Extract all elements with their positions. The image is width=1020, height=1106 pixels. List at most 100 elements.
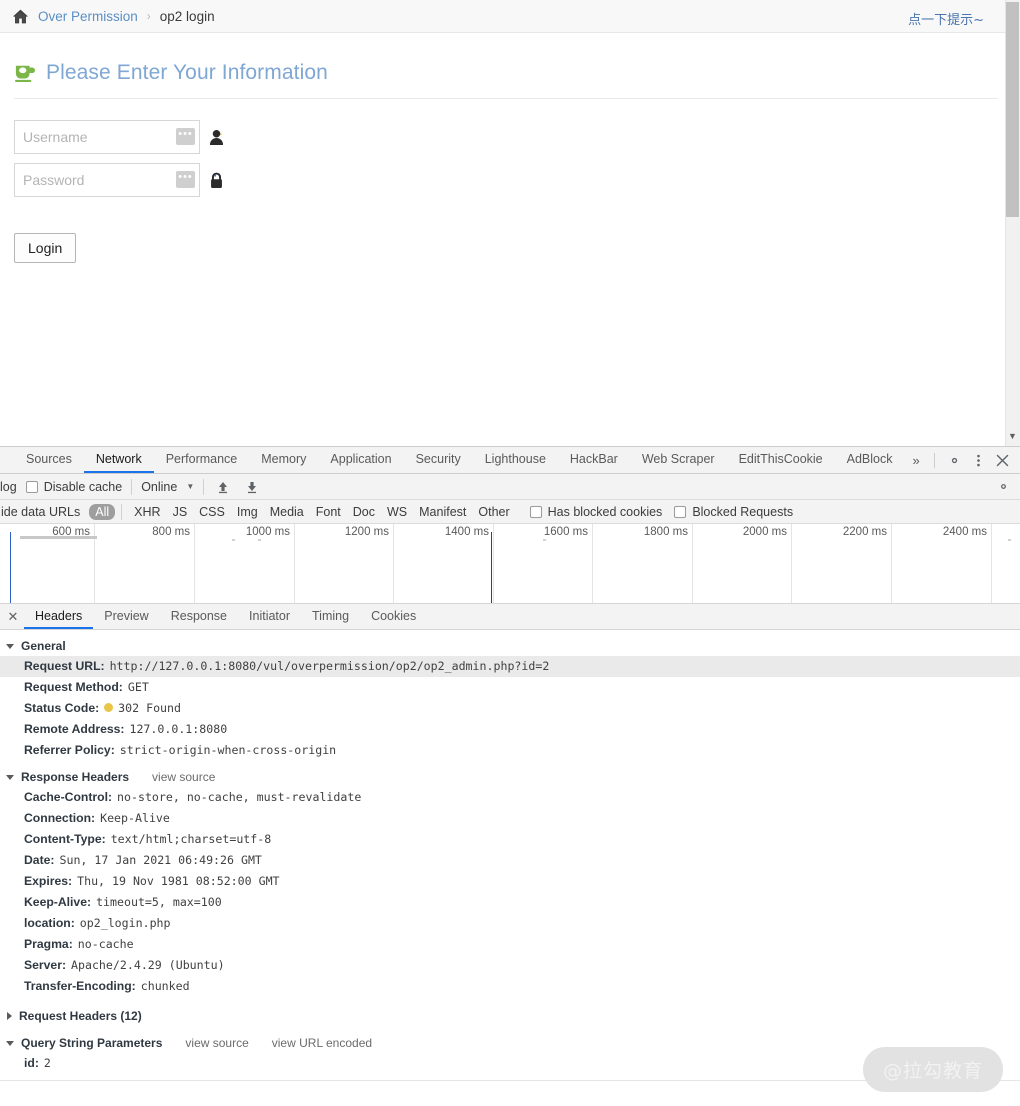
view-url-encoded-link[interactable]: view URL encoded — [272, 1036, 372, 1050]
request-tick-mark — [258, 539, 261, 541]
tick-label: 1000 ms — [245, 526, 290, 538]
timeline-tick: 1800 ms — [593, 524, 693, 603]
query-param-key: id: — [24, 1056, 39, 1070]
preserve-log-label[interactable]: log — [0, 480, 17, 494]
filter-xhr[interactable]: XHR — [128, 504, 166, 520]
username-autofill-badge[interactable]: ••• — [176, 128, 195, 145]
tab-sources[interactable]: Sources — [14, 447, 84, 473]
login-button[interactable]: Login — [14, 233, 77, 263]
header-value: 127.0.0.1:8080 — [129, 722, 228, 736]
request-tick-mark — [232, 539, 235, 541]
user-icon — [209, 129, 224, 145]
tab-lighthouse[interactable]: Lighthouse — [473, 447, 558, 473]
view-source-link[interactable]: view source — [152, 770, 215, 784]
header-value[interactable]: http://127.0.0.1:8080/vul/overpermission… — [110, 658, 550, 675]
section-request-headers-header[interactable]: Request Headers (12) — [0, 1006, 1020, 1026]
timeline-tick: 800 ms — [95, 524, 195, 603]
filter-other[interactable]: Other — [472, 504, 515, 520]
close-detail-icon[interactable]: ✕ — [2, 604, 24, 629]
hide-data-urls-label[interactable]: Hide data URLs — [0, 505, 80, 519]
page-scrollbar-thumb[interactable] — [1006, 2, 1019, 217]
breadcrumb-root-link[interactable]: Over Permission — [38, 9, 138, 24]
password-input[interactable] — [14, 163, 200, 197]
filter-ws[interactable]: WS — [381, 504, 413, 520]
home-icon[interactable] — [12, 9, 29, 24]
tab-editthiscookie[interactable]: EditThisCookie — [727, 447, 835, 473]
header-key: Expires: — [24, 874, 73, 888]
detail-tab-initiator[interactable]: Initiator — [238, 604, 301, 629]
headers-pane: General Request URL: http://127.0.0.1:80… — [0, 630, 1020, 1106]
section-query-string-header[interactable]: Query String Parameters view source view… — [0, 1033, 1020, 1053]
has-blocked-cookies-checkbox[interactable]: Has blocked cookies — [529, 504, 663, 519]
password-input-wrap: ••• — [14, 163, 200, 197]
download-arrow-icon[interactable] — [242, 477, 262, 497]
filter-manifest[interactable]: Manifest — [413, 504, 472, 520]
network-settings-gear-icon[interactable] — [993, 477, 1013, 497]
header-key: Server: — [24, 958, 67, 972]
upload-arrow-icon[interactable] — [213, 477, 233, 497]
close-icon[interactable] — [992, 451, 1012, 471]
request-detail-tabbar: ✕ Headers Preview Response Initiator Tim… — [0, 604, 1020, 630]
timeline-tick: 2200 ms — [792, 524, 892, 603]
throttling-select[interactable]: Online ▼ — [132, 480, 203, 494]
timeline-tick: 1000 ms — [195, 524, 295, 603]
login-form: ••• ••• Login — [14, 99, 1006, 263]
tab-application[interactable]: Application — [318, 447, 403, 473]
header-row: Request Method: GET — [0, 677, 1020, 698]
watermark: @拉勾教育 — [862, 1047, 1003, 1092]
view-source-link[interactable]: view source — [185, 1036, 248, 1050]
scroll-down-arrow-icon[interactable]: ▼ — [1007, 431, 1018, 442]
page-title-block: Please Enter Your Information — [14, 33, 998, 99]
more-tabs-icon[interactable]: » — [905, 447, 928, 473]
header-row: Date: Sun, 17 Jan 2021 06:49:26 GMT — [0, 850, 1020, 871]
detail-tab-headers[interactable]: Headers — [24, 604, 94, 629]
filter-font[interactable]: Font — [310, 504, 347, 520]
tab-adblock[interactable]: AdBlock — [835, 447, 905, 473]
request-tick-mark — [1008, 539, 1011, 541]
header-row: Transfer-Encoding: chunked — [0, 976, 1020, 997]
filter-js[interactable]: JS — [167, 504, 194, 520]
query-param-value: 2 — [43, 1056, 51, 1070]
tab-hackbar[interactable]: HackBar — [558, 447, 630, 473]
detail-tab-timing[interactable]: Timing — [301, 604, 360, 629]
password-autofill-badge[interactable]: ••• — [176, 171, 195, 188]
header-value: 302 Found — [118, 701, 181, 715]
section-response-headers-header[interactable]: Response Headers view source — [0, 767, 1020, 787]
filter-media[interactable]: Media — [264, 504, 310, 520]
has-blocked-cookies-label: Has blocked cookies — [547, 504, 663, 519]
blocked-requests-box[interactable] — [674, 505, 687, 518]
section-general-header[interactable]: General — [0, 636, 1020, 656]
username-input-wrap: ••• — [14, 120, 200, 154]
header-row: Request URL: http://127.0.0.1:8080/vul/o… — [0, 656, 1020, 677]
header-row: Keep-Alive: timeout=5, max=100 — [0, 892, 1020, 913]
devtools-tabbar: Sources Network Performance Memory Appli… — [0, 447, 1020, 474]
username-input[interactable] — [14, 120, 200, 154]
page-scrollbar[interactable]: ▼ — [1005, 0, 1020, 446]
header-row: Status Code: 302 Found — [0, 698, 1020, 719]
kebab-menu-icon[interactable] — [968, 451, 988, 471]
network-overview-timeline[interactable]: 600 ms 800 ms 1000 ms 1200 ms 1400 ms 16… — [0, 524, 1020, 604]
tab-security[interactable]: Security — [404, 447, 473, 473]
tab-network[interactable]: Network — [83, 447, 154, 473]
hint-link[interactable]: 点一下提示~ — [908, 9, 984, 28]
has-blocked-cookies-box[interactable] — [529, 505, 542, 518]
tab-web-scraper[interactable]: Web Scraper — [630, 447, 727, 473]
header-value: Sun, 17 Jan 2021 06:49:26 GMT — [59, 853, 262, 867]
detail-tab-preview[interactable]: Preview — [93, 604, 159, 629]
network-filterbar: Hide data URLs All XHR JS CSS Img Media … — [0, 500, 1020, 524]
detail-tab-cookies[interactable]: Cookies — [360, 604, 427, 629]
disable-cache-checkbox[interactable]: Disable cache — [25, 480, 122, 494]
load-event-marker — [491, 532, 492, 603]
blocked-requests-checkbox[interactable]: Blocked Requests — [674, 505, 793, 519]
filter-css[interactable]: CSS — [193, 504, 231, 520]
gear-icon[interactable] — [944, 451, 964, 471]
filter-doc[interactable]: Doc — [347, 504, 381, 520]
tab-performance[interactable]: Performance — [154, 447, 250, 473]
tab-memory[interactable]: Memory — [249, 447, 318, 473]
filter-all[interactable]: All — [89, 503, 116, 520]
filter-img[interactable]: Img — [231, 504, 264, 520]
detail-tab-response[interactable]: Response — [160, 604, 238, 629]
disable-cache-box[interactable] — [25, 480, 38, 493]
header-key: Remote Address: — [24, 722, 125, 736]
header-key: Status Code: — [24, 701, 100, 715]
